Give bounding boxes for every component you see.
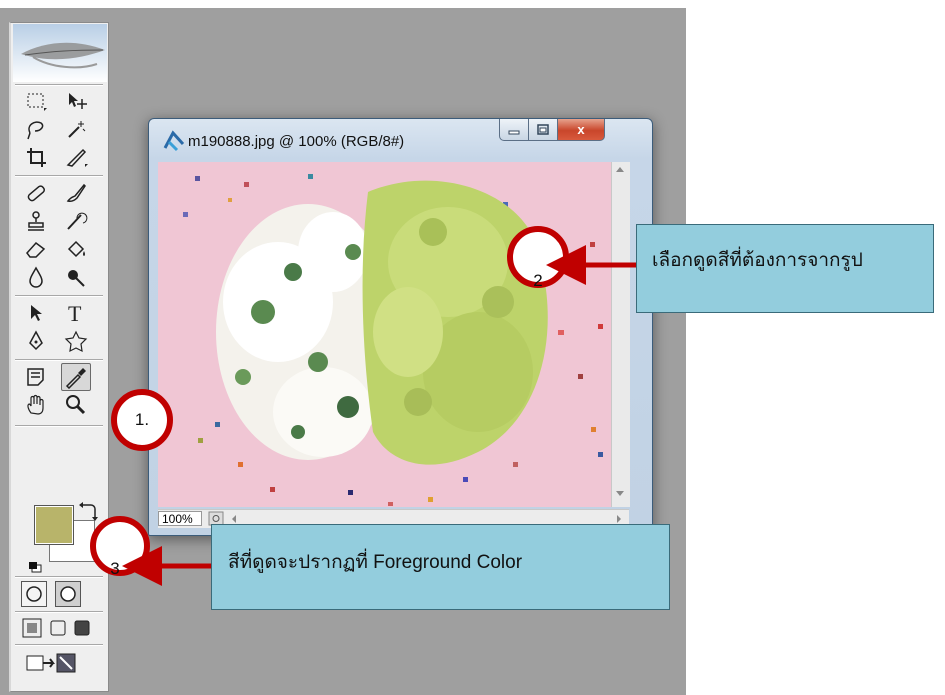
callout-pick-color: เลือกดูดสีที่ต้องการจากรูป: [636, 224, 934, 313]
callout-foreground-color: สีที่ดูดจะปรากฏที่ Foreground Color: [211, 524, 670, 610]
